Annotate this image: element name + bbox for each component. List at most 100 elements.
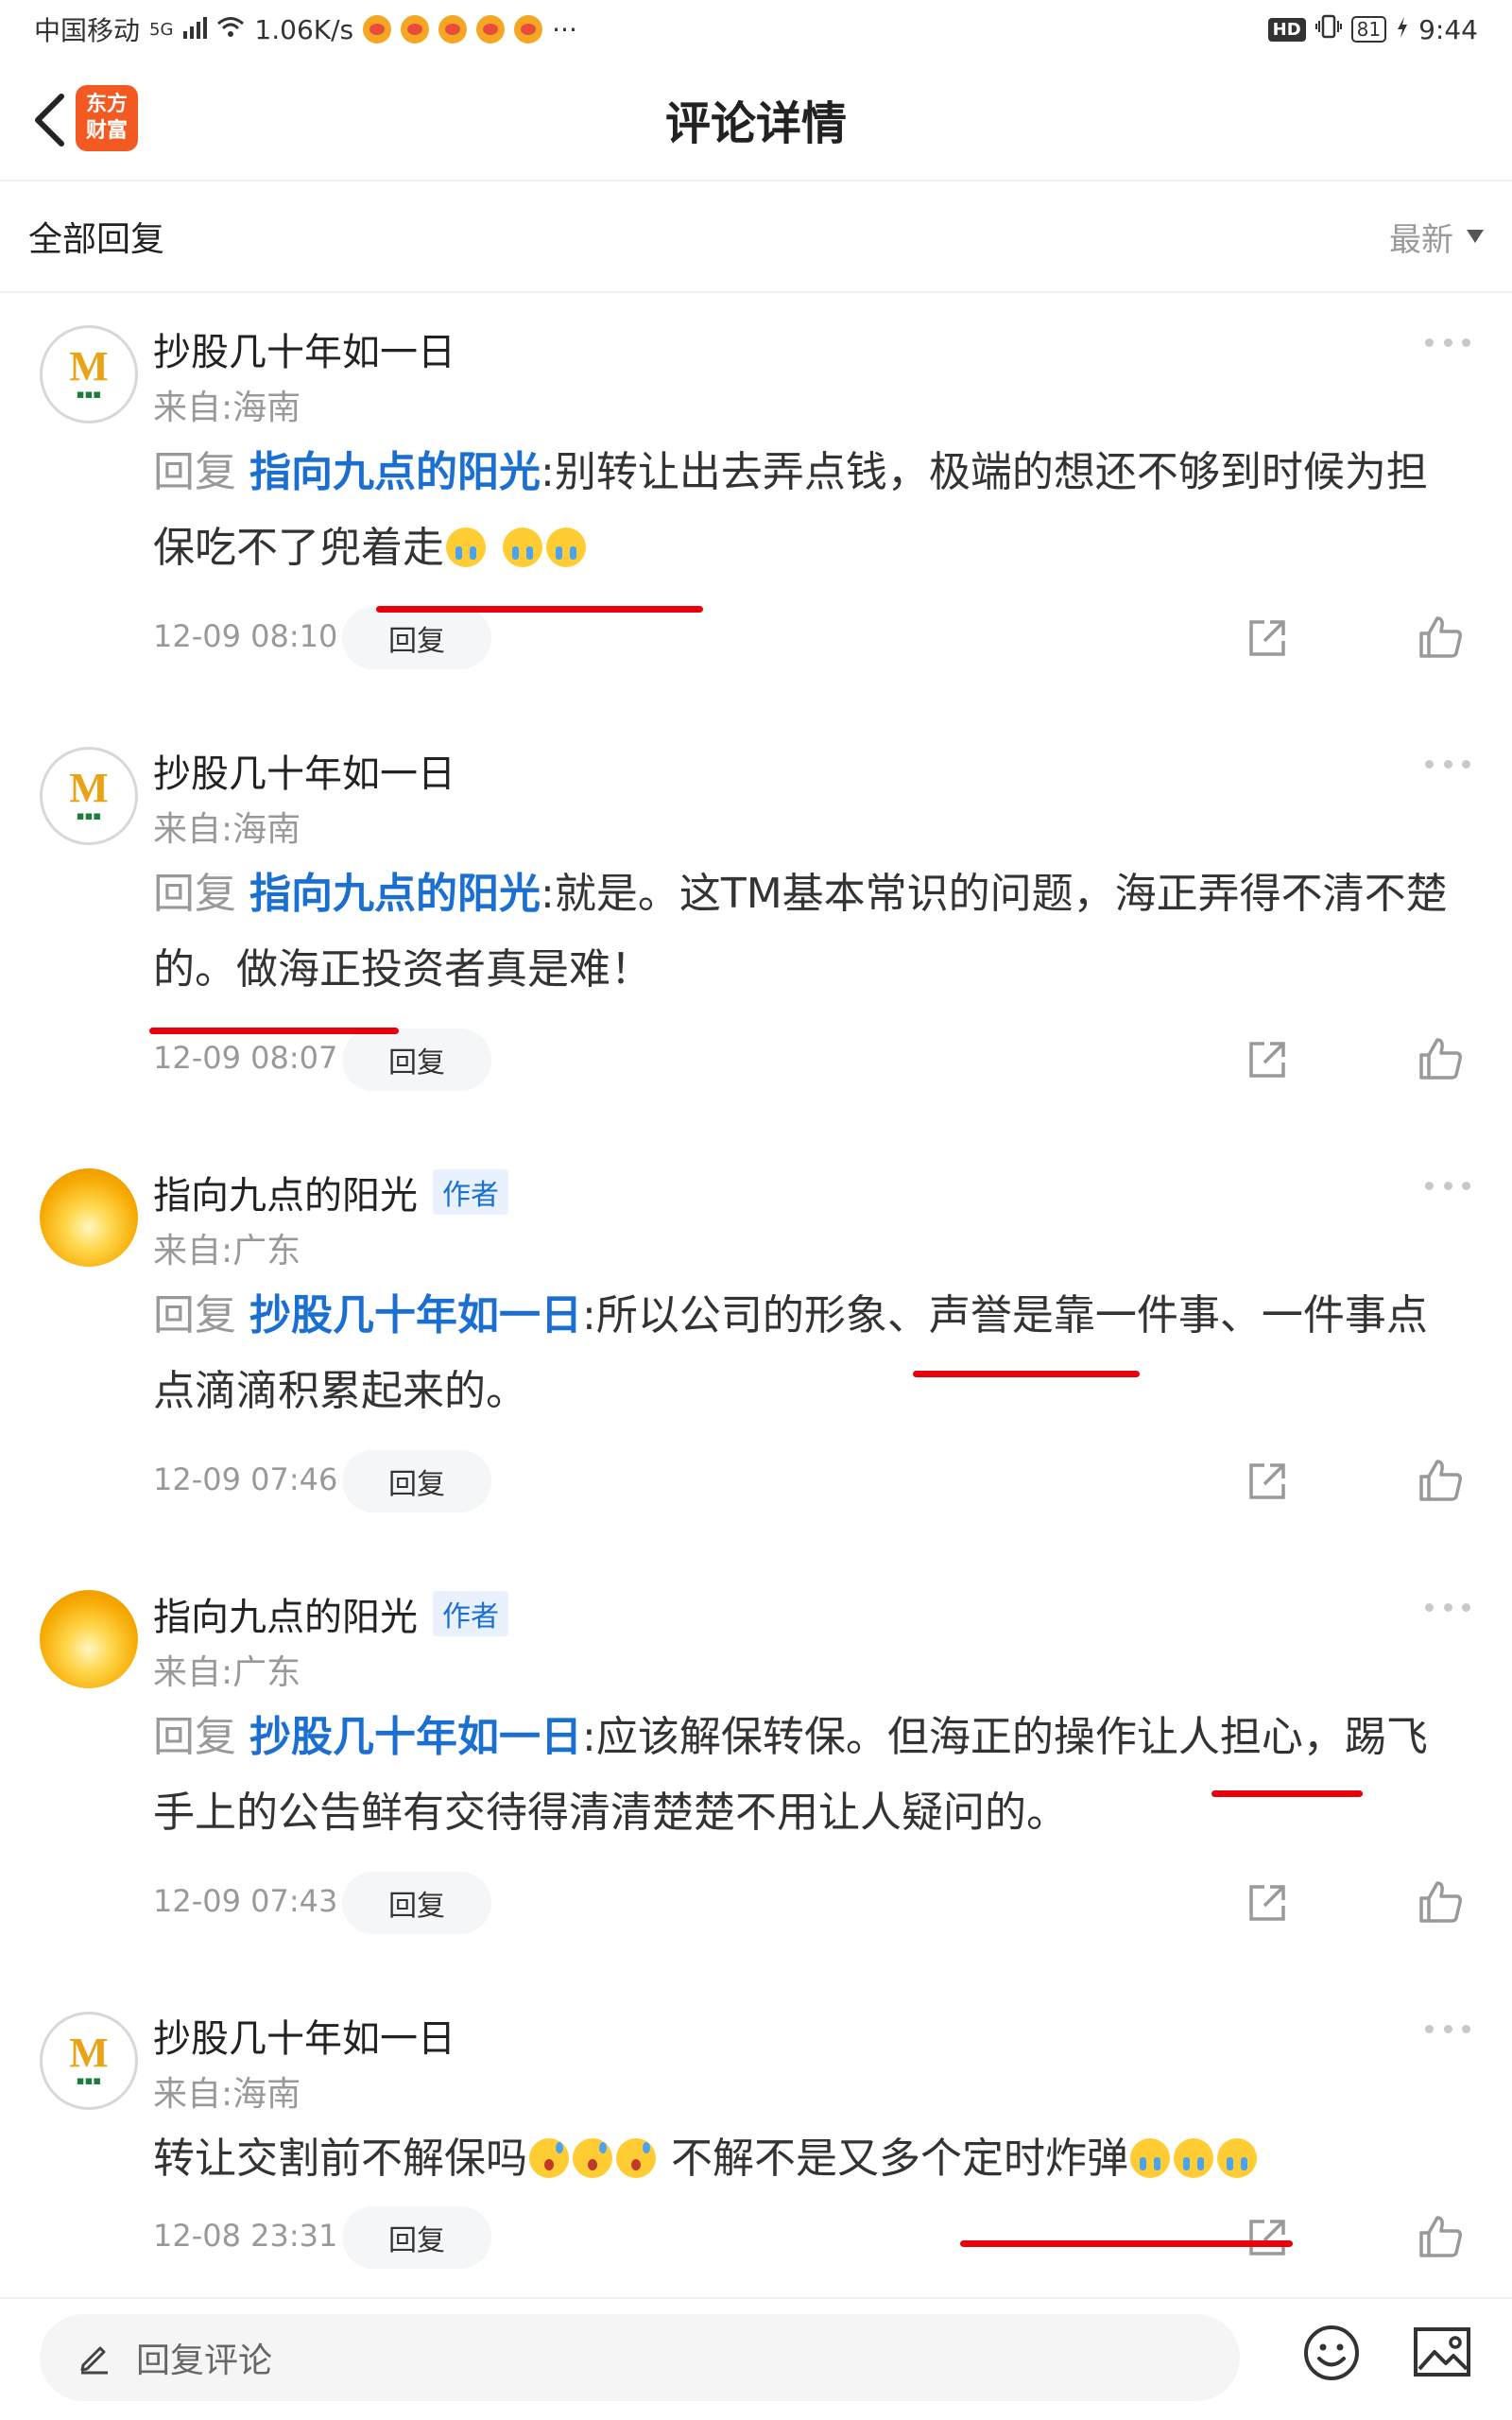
- comment-username-row: 抄股几十年如一日: [153, 2008, 455, 2063]
- more-notifications-label: ···: [552, 13, 577, 45]
- signal-icon: [182, 14, 208, 45]
- avatar-logo-mark-icon: ▪▪▪: [76, 388, 102, 402]
- anxious-emoji-icon: [573, 2138, 612, 2178]
- thumbs-up-icon[interactable]: [1418, 614, 1463, 660]
- share-icon[interactable]: [1246, 1881, 1289, 1925]
- weibo-notification-icon: [401, 15, 430, 43]
- share-icon[interactable]: [1246, 1460, 1289, 1503]
- anxious-emoji-icon: [616, 2138, 656, 2178]
- reply-target-user-link[interactable]: 指向九点的阳光: [249, 870, 541, 918]
- reply-button[interactable]: 回复: [342, 2206, 491, 2269]
- comment-username-row: 指向九点的阳光 作者: [153, 1165, 508, 1219]
- reply-separator: :: [582, 1291, 596, 1340]
- reply-target-user-link[interactable]: 抄股几十年如一日: [249, 1291, 582, 1340]
- vibrate-icon: [1314, 14, 1342, 45]
- username[interactable]: 抄股几十年如一日: [153, 321, 455, 376]
- avatar[interactable]: [40, 1590, 138, 1688]
- more-options-button[interactable]: [1425, 2019, 1470, 2038]
- reply-separator: :: [582, 1713, 596, 1761]
- top-navigation-bar: 东方 财富 评论详情: [0, 59, 1512, 182]
- thumbs-up-icon[interactable]: [1418, 1879, 1463, 1925]
- username[interactable]: 指向九点的阳光: [153, 1165, 418, 1219]
- back-arrow-icon: [35, 94, 64, 147]
- more-options-button[interactable]: [1425, 1176, 1470, 1195]
- reply-target-user-link[interactable]: 指向九点的阳光: [249, 448, 541, 496]
- reply-comment-input[interactable]: 回复评论: [40, 2314, 1240, 2401]
- charging-icon: [1396, 14, 1409, 45]
- crying-emoji-icon: [1217, 2138, 1257, 2178]
- reply-button[interactable]: 回复: [342, 1028, 491, 1091]
- weibo-notification-icon: [363, 15, 392, 43]
- location-label: 来自:广东: [153, 1653, 301, 1692]
- sort-label: 最新: [1389, 220, 1453, 259]
- clock-label: 9:44: [1418, 13, 1478, 45]
- reply-button[interactable]: 回复: [342, 1872, 491, 1934]
- status-right: HD 81 9:44: [1267, 13, 1478, 45]
- avatar[interactable]: M ▪▪▪: [40, 325, 138, 424]
- more-dots-icon: [1425, 759, 1434, 769]
- author-badge: 作者: [433, 1169, 508, 1215]
- share-icon[interactable]: [1246, 2216, 1289, 2259]
- location-label: 来自:海南: [153, 810, 301, 849]
- avatar-logo-icon: M: [69, 343, 109, 389]
- reply-separator: :: [541, 448, 555, 496]
- reply-prefix: 回复: [153, 448, 236, 496]
- reply-separator: :: [541, 870, 555, 918]
- reply-prefix: 回复: [153, 1291, 236, 1340]
- battery-indicator: 81: [1350, 16, 1387, 43]
- comment-username-row: 抄股几十年如一日: [153, 743, 455, 798]
- comment-text: 回复 指向九点的阳光:别转让出去弄点钱，极端的想还不够到时候为担保吃不了兜着走: [153, 435, 1457, 586]
- comment-item: M ▪▪▪ 抄股几十年如一日 来自:海南 回复 指向九点的阳光:就是。这TM基本…: [0, 715, 1512, 1136]
- comment-item: M ▪▪▪ 抄股几十年如一日 来自:海南 回复 指向九点的阳光:别转让出去弄点钱…: [0, 293, 1512, 715]
- annotation-underline: [960, 2240, 1293, 2247]
- reply-target-user-link[interactable]: 抄股几十年如一日: [249, 1713, 582, 1761]
- network-label: 5G: [149, 19, 174, 40]
- username[interactable]: 指向九点的阳光: [153, 1586, 418, 1641]
- location-label: 来自:海南: [153, 389, 301, 427]
- thumbs-up-icon[interactable]: [1418, 1036, 1463, 1081]
- thumbs-up-icon[interactable]: [1418, 1458, 1463, 1503]
- avatar-logo-icon: M: [69, 2030, 109, 2076]
- more-dots-icon: [1425, 1181, 1434, 1190]
- emoji-icon[interactable]: [1302, 2324, 1361, 2382]
- location-label: 来自:广东: [153, 1232, 301, 1270]
- more-options-button[interactable]: [1425, 754, 1470, 773]
- comment-text: 回复 指向九点的阳光:就是。这TM基本常识的问题，海正弄得不清不楚的。做海正投资…: [153, 856, 1457, 1008]
- crying-emoji-icon: [1174, 2138, 1213, 2178]
- sort-dropdown[interactable]: 最新: [1389, 214, 1484, 260]
- more-options-button[interactable]: [1425, 1598, 1470, 1616]
- annotation-underline: [376, 606, 703, 613]
- wifi-icon: [216, 14, 245, 45]
- share-icon[interactable]: [1246, 616, 1289, 660]
- avatar[interactable]: M ▪▪▪: [40, 2012, 138, 2110]
- timestamp: 12-09 07:46: [153, 1461, 338, 1497]
- more-dots-icon: [1425, 337, 1434, 347]
- reply-prefix: 回复: [153, 1713, 236, 1761]
- username[interactable]: 抄股几十年如一日: [153, 743, 455, 798]
- location-label: 来自:海南: [153, 2075, 301, 2114]
- crying-emoji-icon: [546, 527, 586, 567]
- status-left: 中国移动 5G 1.06K/s ···: [34, 10, 577, 48]
- comment-meta-row: 12-08 23:31 回复: [153, 2206, 1476, 2273]
- reply-button[interactable]: 回复: [342, 1450, 491, 1512]
- app-logo[interactable]: 东方 财富: [76, 85, 138, 151]
- more-options-button[interactable]: [1425, 333, 1470, 352]
- comment-meta-row: 12-09 08:10 回复: [153, 607, 1476, 673]
- share-icon[interactable]: [1246, 1038, 1289, 1081]
- filter-bar: 全部回复 最新: [0, 182, 1512, 293]
- avatar-logo-mark-icon: ▪▪▪: [76, 2074, 102, 2088]
- username[interactable]: 抄股几十年如一日: [153, 2008, 455, 2063]
- more-dots-icon: [1425, 2024, 1434, 2033]
- page-title: 评论详情: [664, 97, 847, 150]
- reply-button[interactable]: 回复: [342, 607, 491, 669]
- annotation-underline: [913, 1371, 1140, 1377]
- comment-meta-row: 12-09 07:43 回复: [153, 1872, 1476, 1938]
- image-icon[interactable]: [1412, 2324, 1472, 2380]
- all-replies-label: 全部回复: [28, 220, 165, 259]
- thumbs-up-icon[interactable]: [1418, 2214, 1463, 2259]
- avatar[interactable]: M ▪▪▪: [40, 747, 138, 845]
- back-button[interactable]: [21, 87, 77, 153]
- annotation-underline: [149, 1028, 399, 1034]
- avatar[interactable]: [40, 1168, 138, 1267]
- crying-emoji-icon: [1130, 2138, 1170, 2178]
